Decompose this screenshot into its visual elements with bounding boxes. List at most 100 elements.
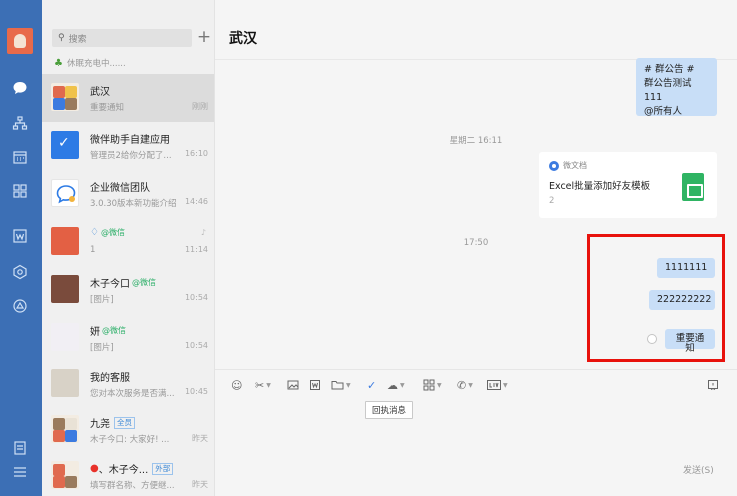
wechat-tag: @微信 [100,228,125,237]
conversation-item[interactable]: ● 、木子今... 外部 填写群名称、方便继... 昨天 [42,452,214,496]
contact-avatar [51,227,79,255]
conversation-time: 11:14 [184,245,208,254]
doc-title: Excel批量添加好友模板 [549,181,651,192]
contact-avatar [51,275,79,303]
docs-icon[interactable] [10,226,30,246]
conversation-item[interactable]: ♢ @微信 ♪ 1 11:14 [42,218,214,266]
conversation-time: 14:46 [184,197,208,206]
calendar-icon[interactable] [10,147,30,167]
doc-card[interactable]: 微文档 Excel批量添加好友模板 2 [539,152,717,218]
notice-line: # 群公告 # [644,64,695,75]
send-button[interactable]: 发送(S) [683,463,714,476]
conversation-name: 妍 @微信 [90,323,126,338]
charging-status: ♣ 休眠充电中...... [54,57,126,70]
message-bubble[interactable]: 222222222 [649,290,715,310]
conversation-time: 10:45 [184,387,208,396]
conversation-item[interactable]: 微伴助手自建应用 管理员2给你分配了... 16:10 [42,122,214,170]
doc-icon[interactable] [309,378,321,392]
menu-icon[interactable] [10,462,30,482]
notes-icon[interactable] [10,438,30,458]
timestamp: 星期二 16:11 [449,136,503,146]
chat-title: 武汉 [229,31,257,47]
conversation-list: ⚲ 搜索 + ♣ 休眠充电中...... 武汉 重要通知 刚刚 微伴助手自建应用… [42,0,215,496]
team-avatar [51,179,79,207]
conversation-time: 昨天 [192,480,208,489]
doc-source: 微文档 [549,160,587,171]
conversation-name: 微伴助手自建应用 [90,135,170,146]
contact-avatar [51,369,79,397]
doc-source-label: 微文档 [563,161,587,170]
doc-count: 2 [549,196,555,206]
chat-icon[interactable] [10,78,30,98]
image-icon[interactable] [287,378,299,392]
message-bubble[interactable]: 1111111 [657,258,715,278]
chat-header: 武汉 [215,0,737,60]
conversation-item[interactable]: 木子今口 @微信 [图片] 10:54 [42,266,214,314]
search-placeholder: 搜索 [68,34,87,45]
message-bubble[interactable]: 重要通知 [665,329,715,354]
conversation-preview: 木子今口: 大家好! ... [90,435,170,445]
conversation-time: 刚刚 [192,102,208,111]
conversation-time: 10:54 [184,341,208,350]
conversation-item[interactable]: 九尧 全员 木子今口: 大家好! ... 昨天 [42,406,214,454]
conversation-name: 企业微信团队 [90,183,150,194]
conversation-name: ♢ @微信 [90,227,125,238]
conversation-preview: 管理员2给你分配了... [90,151,172,161]
notice-line: 群公告测试111 [644,78,692,103]
folder-icon[interactable]: ▼ [331,378,351,392]
notice-line: @所有人 [644,106,683,117]
charging-text: 休眠充电中...... [66,59,126,69]
conversation-time: 16:10 [184,149,208,158]
input-toolbar: ☺ ✂ ▼ ▼ ✓ ☁ ▼ ▼ ✆ ▼ ▼ [215,369,737,399]
read-receipt-indicator[interactable] [647,334,657,344]
group-avatar [51,83,79,111]
apps-grid-icon[interactable]: ▼ [423,378,442,392]
contact-avatar [51,323,79,351]
screenshot-icon[interactable]: ✂ ▼ [255,378,271,392]
search-icon: ⚲ [58,33,65,43]
emoji-icon[interactable]: ☺ [231,378,242,392]
conversation-preview: 重要通知 [90,103,125,113]
live-icon[interactable]: ▼ [487,378,508,392]
spreadsheet-icon [682,173,704,201]
pin-icon: ● [90,463,99,474]
conversation-name-text: 、木子今... [98,465,149,476]
drive-icon[interactable] [10,296,30,316]
conversation-preview: 您对本次服务是否满... [90,389,175,399]
conversation-preview: 填写群名称、方便继... [90,481,175,491]
user-avatar[interactable] [7,28,33,54]
conversation-item[interactable]: 企业微信团队 3.0.30版本新功能介绍 14:46 [42,170,214,218]
history-icon[interactable] [707,378,719,392]
location-icon: ♢ [90,227,99,238]
conversation-item[interactable]: 武汉 重要通知 刚刚 [42,74,214,122]
apps-icon[interactable] [10,181,30,201]
add-button[interactable]: + [195,27,213,47]
left-nav-rail [0,0,42,496]
group-avatar [51,415,79,443]
receipt-check-icon[interactable]: ✓ [367,378,376,392]
workbench-icon[interactable] [10,262,30,282]
weidoc-icon [549,160,559,171]
contacts-icon[interactable] [10,113,30,133]
conversation-time: 昨天 [192,434,208,443]
wecom-window: ⚲ 搜索 + ♣ 休眠充电中...... 武汉 重要通知 刚刚 微伴助手自建应用… [0,0,737,496]
phone-icon[interactable]: ✆ ▼ [457,378,473,392]
wechat-tag: @微信 [132,278,156,287]
conversation-name: 我的客服 [90,373,130,384]
conversation-item[interactable]: 妍 @微信 [图片] 10:54 [42,314,214,362]
external-badge: 外部 [152,462,174,475]
search-input[interactable]: ⚲ 搜索 [52,29,192,47]
conversation-name-text: 木子今口 [90,279,130,290]
conversation-name: ● 、木子今... 外部 [90,461,174,476]
plant-icon: ♣ [54,57,63,69]
conversation-name: 木子今口 @微信 [90,275,156,290]
cloud-icon[interactable]: ☁ ▼ [387,378,405,392]
group-avatar [51,461,79,489]
all-staff-badge: 全员 [114,416,135,429]
conversation-item[interactable]: 我的客服 您对本次服务是否满... 10:45 [42,360,214,408]
conversation-time: 10:54 [184,293,208,302]
mute-icon: ♪ [200,228,206,237]
conversation-preview: [图片] [90,295,114,305]
receipt-tooltip: 回执消息 [365,401,414,419]
group-notice-bubble[interactable]: # 群公告 # 群公告测试111 @所有人 [636,58,717,117]
